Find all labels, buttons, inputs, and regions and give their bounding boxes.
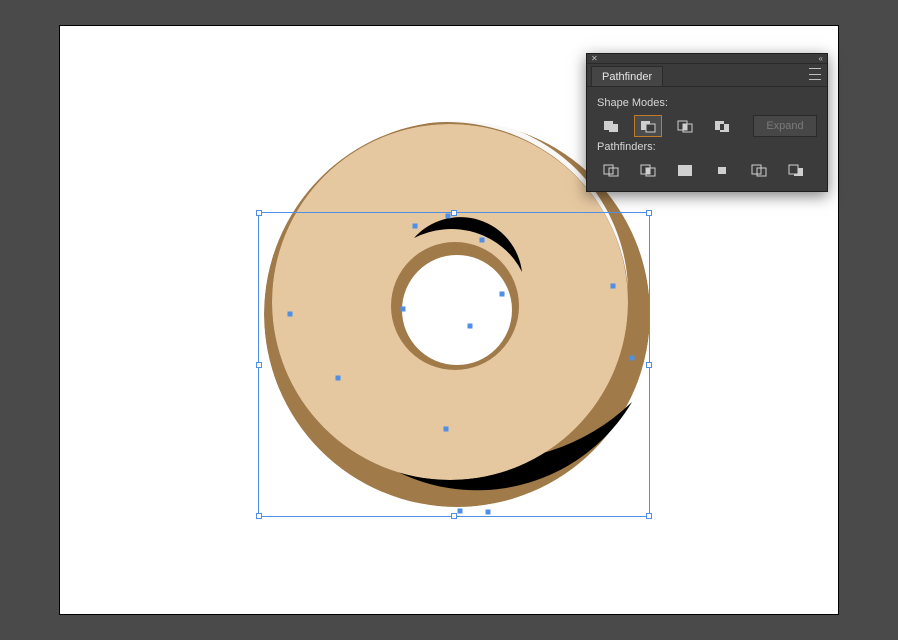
handle-bottom-left[interactable] [256,513,262,519]
expand-label: Expand [766,120,803,132]
tab-pathfinder[interactable]: Pathfinder [591,66,663,86]
divide-icon [602,163,620,177]
handle-bottom-right[interactable] [646,513,652,519]
anchor-point[interactable] [401,307,406,312]
anchor-point[interactable] [336,376,341,381]
panel-menu-icon[interactable] [809,68,823,80]
handle-middle-left[interactable] [256,362,262,368]
anchor-point[interactable] [444,427,449,432]
collapse-icon[interactable]: « [819,55,823,63]
anchor-point[interactable] [413,224,418,229]
merge-icon [676,163,694,177]
divide-button[interactable] [597,159,625,181]
exclude-icon [713,119,731,133]
minus-back-icon [787,163,805,177]
shape-modes-label: Shape Modes: [597,97,817,109]
tab-label: Pathfinder [602,71,652,83]
outline-icon [750,163,768,177]
crop-icon [713,163,731,177]
anchor-point[interactable] [480,238,485,243]
unite-button[interactable] [597,115,625,137]
trim-icon [639,163,657,177]
shape-modes-row: Expand [597,115,817,137]
panel-body: Shape Modes: Expand Pathfinders: [587,87,827,191]
merge-button[interactable] [671,159,699,181]
expand-button[interactable]: Expand [753,115,817,137]
crop-button[interactable] [708,159,736,181]
unite-icon [602,119,620,133]
pathfinders-row [597,159,817,181]
panel-titlebar[interactable]: ✕ « [587,54,827,64]
intersect-button[interactable] [671,115,699,137]
minus-front-button[interactable] [634,115,662,137]
anchor-point[interactable] [500,292,505,297]
anchor-point[interactable] [486,510,491,515]
handle-bottom-middle[interactable] [451,513,457,519]
selection-bounding-box[interactable] [258,212,650,517]
minus-back-button[interactable] [782,159,810,181]
handle-middle-right[interactable] [646,362,652,368]
anchor-point[interactable] [630,356,635,361]
anchor-point[interactable] [468,324,473,329]
anchor-point[interactable] [446,214,451,219]
outline-button[interactable] [745,159,773,181]
handle-top-right[interactable] [646,210,652,216]
pathfinder-panel[interactable]: ✕ « Pathfinder Shape Modes: Expand Pathf… [586,53,828,192]
handle-top-left[interactable] [256,210,262,216]
anchor-point[interactable] [288,312,293,317]
pathfinders-label: Pathfinders: [597,141,817,153]
intersect-icon [676,119,694,133]
trim-button[interactable] [634,159,662,181]
anchor-point[interactable] [611,284,616,289]
handle-top-middle[interactable] [451,210,457,216]
close-icon[interactable]: ✕ [591,55,598,63]
minus-front-icon [639,119,657,133]
anchor-point[interactable] [458,509,463,514]
panel-tabs: Pathfinder [587,64,827,87]
exclude-button[interactable] [708,115,736,137]
